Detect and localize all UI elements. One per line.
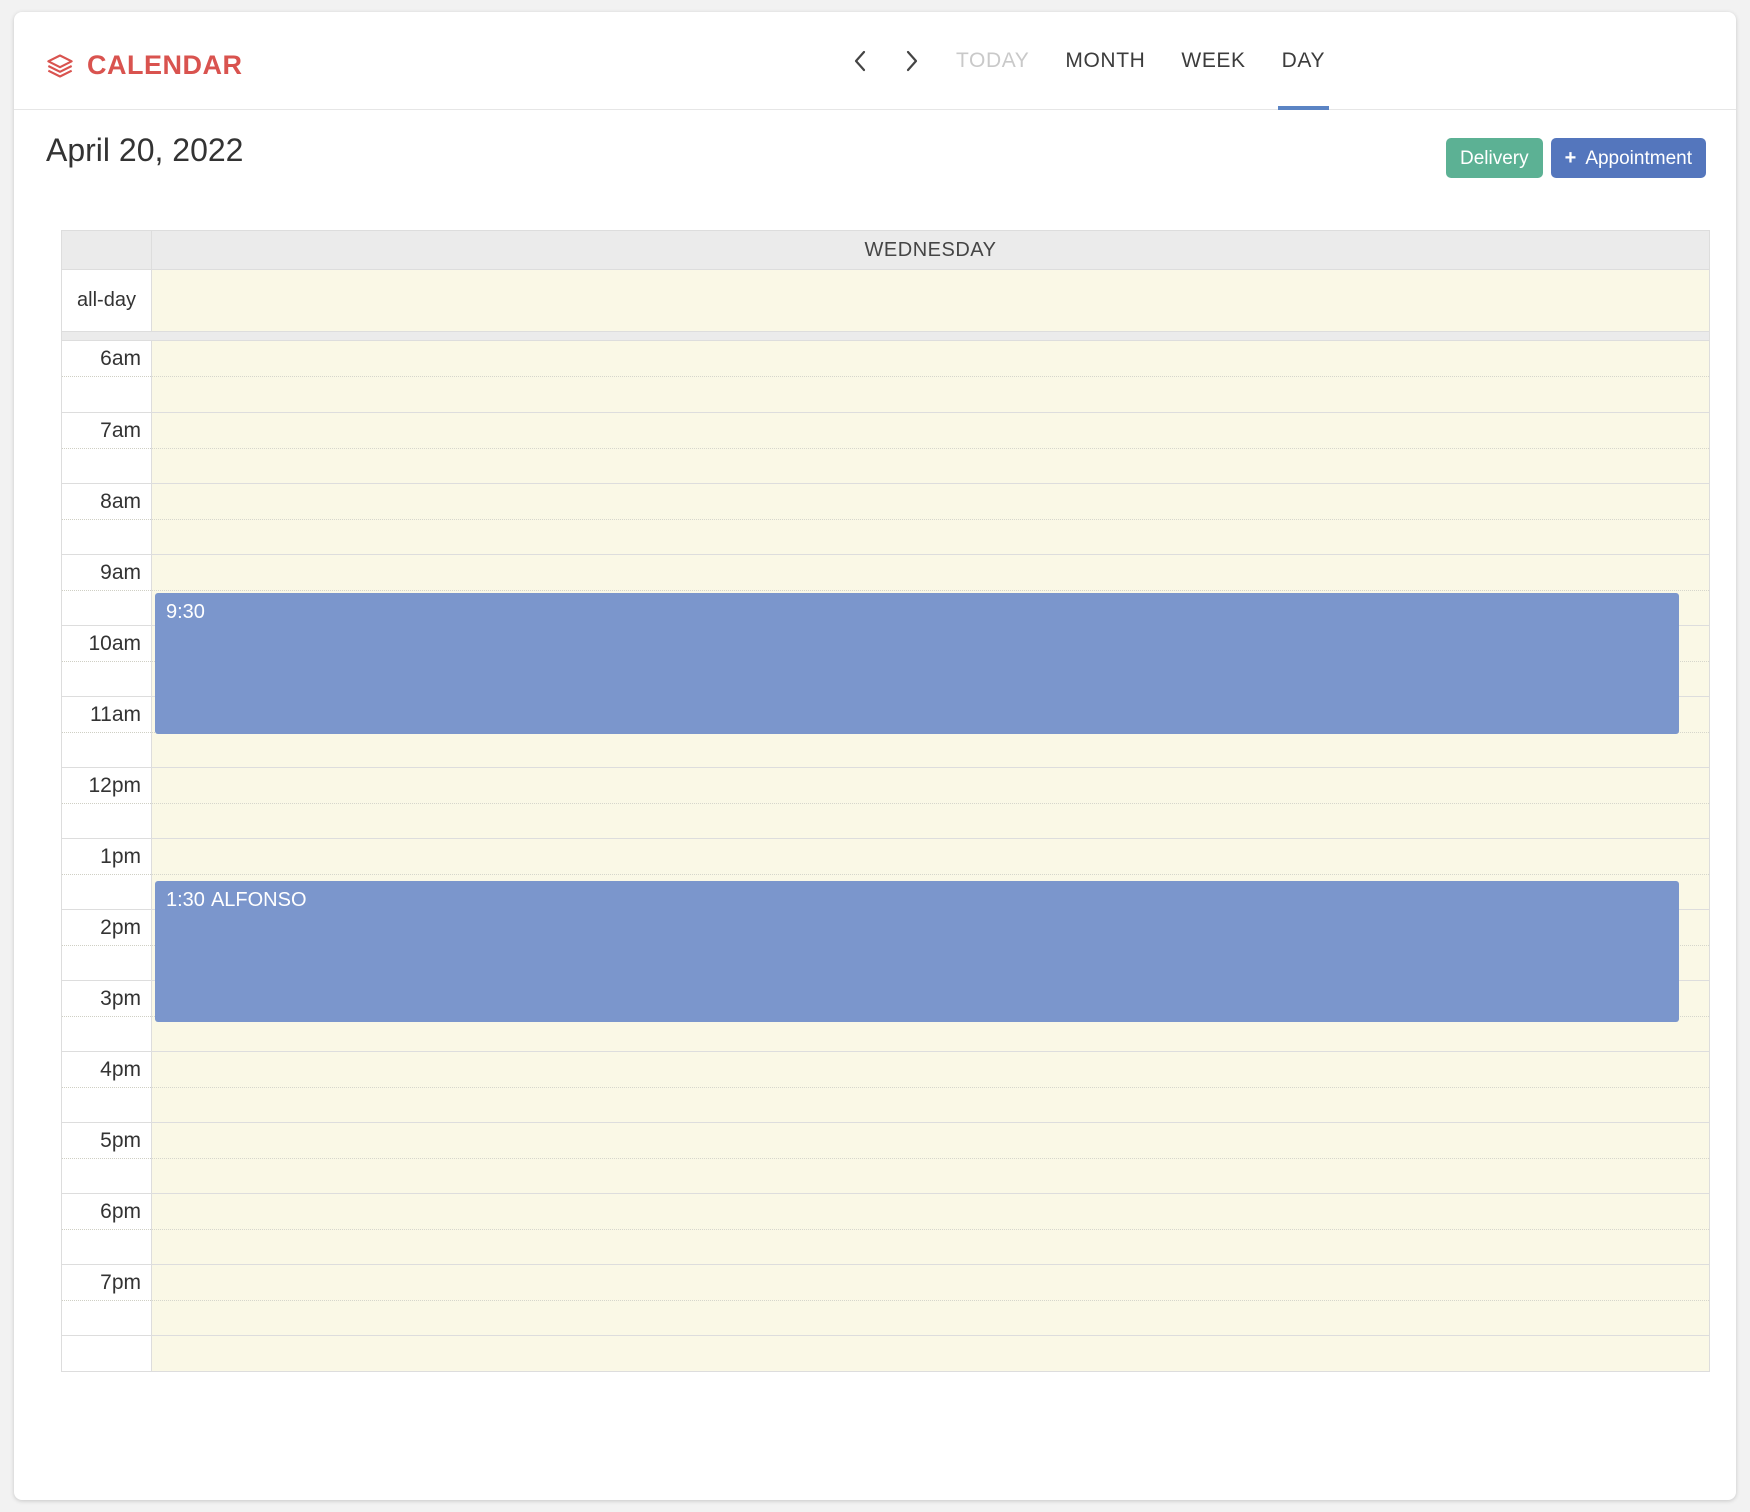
plus-icon: + [1564, 147, 1577, 169]
time-gutter-hour: 8am [62, 483, 151, 554]
time-gutter-hour: 6pm [62, 1193, 151, 1264]
app-card: CALENDAR TODAY MONTH WEEK DAY April 20, … [14, 12, 1736, 1500]
time-gutter-tail [62, 1335, 151, 1371]
half-hour-divider [62, 448, 151, 449]
tail-slot[interactable] [152, 1335, 1709, 1371]
half-hour-divider [152, 448, 1709, 449]
day-calendar: WEDNESDAY all-day 6am 7am 8am 9am 10am 11am 12… [61, 230, 1710, 1372]
brand-title: CALENDAR [87, 50, 243, 80]
hour-slot[interactable] [152, 1193, 1709, 1264]
hour-label: 7am [100, 419, 141, 442]
calendar-event[interactable]: 1:30 ALFONSO [155, 880, 1679, 1022]
hour-slot[interactable] [152, 483, 1709, 554]
half-hour-divider [62, 1087, 151, 1088]
half-hour-divider [152, 1229, 1709, 1230]
hour-slot[interactable] [152, 412, 1709, 483]
half-hour-divider [62, 1300, 151, 1301]
half-hour-divider [62, 803, 151, 804]
tab-week[interactable]: WEEK [1163, 12, 1263, 110]
tab-day[interactable]: DAY [1264, 12, 1343, 110]
half-hour-divider [152, 1300, 1709, 1301]
hour-label: 4pm [100, 1058, 141, 1081]
half-hour-divider [152, 874, 1709, 875]
half-hour-divider [152, 376, 1709, 377]
sub-header: April 20, 2022 Delivery + Appointment [14, 110, 1736, 198]
time-grid: 6am 7am 8am 9am 10am 11am 12pm 1pm 2pm 3pm 4pm 5pm 6… [62, 341, 1709, 1371]
gutter-corner [62, 231, 152, 269]
hour-label: 6am [100, 347, 141, 370]
hour-label: 5pm [100, 1129, 141, 1152]
half-hour-divider [62, 519, 151, 520]
hour-label: 11am [90, 703, 141, 726]
brand[interactable]: CALENDAR [46, 50, 243, 81]
top-bar: CALENDAR TODAY MONTH WEEK DAY [14, 12, 1736, 110]
hour-label: 7pm [100, 1271, 141, 1294]
hour-label: 9am [100, 561, 141, 584]
time-gutter-hour: 4pm [62, 1051, 151, 1122]
delivery-button-label: Delivery [1460, 147, 1529, 169]
half-hour-divider [62, 661, 151, 662]
half-hour-divider [62, 376, 151, 377]
hour-label: 8am [100, 490, 141, 513]
time-gutter-hour: 6am [62, 341, 151, 412]
time-gutter-hour: 7am [62, 412, 151, 483]
time-gutter-hour: 7pm [62, 1264, 151, 1335]
time-gutter-hour: 10am [62, 625, 151, 696]
half-hour-divider [152, 803, 1709, 804]
time-gutter-hour: 9am [62, 554, 151, 625]
half-hour-divider [62, 874, 151, 875]
tab-today[interactable]: TODAY [938, 12, 1047, 110]
half-hour-divider [62, 945, 151, 946]
half-hour-divider [62, 590, 151, 591]
half-hour-divider [152, 519, 1709, 520]
day-column-header: WEDNESDAY [864, 238, 997, 261]
hour-label: 2pm [100, 916, 141, 939]
half-hour-divider [62, 1158, 151, 1159]
hour-slot[interactable] [152, 1264, 1709, 1335]
half-hour-divider [152, 1087, 1709, 1088]
half-hour-divider [152, 1158, 1709, 1159]
hour-label: 3pm [100, 987, 141, 1010]
calendar-event[interactable]: 9:30 [155, 592, 1679, 734]
time-gutter-hour: 2pm [62, 909, 151, 980]
half-hour-divider [152, 590, 1709, 591]
all-day-label: all-day [62, 270, 152, 331]
time-gutter-hour: 12pm [62, 767, 151, 838]
half-hour-divider [62, 732, 151, 733]
time-gutter-hour: 3pm [62, 980, 151, 1051]
hour-slot[interactable] [152, 341, 1709, 412]
prev-period-button[interactable] [834, 31, 886, 91]
time-gutter: 6am 7am 8am 9am 10am 11am 12pm 1pm 2pm 3pm 4pm 5pm 6… [62, 341, 152, 1371]
add-appointment-label: Appointment [1585, 147, 1692, 169]
event-time: 1:30 [166, 888, 205, 911]
hour-label: 12pm [88, 774, 141, 797]
hour-slot[interactable] [152, 767, 1709, 838]
half-hour-divider [62, 1016, 151, 1017]
calendar-header-row: WEDNESDAY [62, 230, 1709, 270]
event-time: 9:30 [166, 600, 205, 623]
all-day-row: all-day [62, 270, 1709, 332]
half-hour-divider [62, 1229, 151, 1230]
all-day-cell[interactable] [152, 270, 1709, 331]
time-gutter-hour: 11am [62, 696, 151, 767]
layers-icon [46, 52, 74, 80]
page-title: April 20, 2022 [46, 132, 244, 168]
calendar-nav: TODAY MONTH WEEK DAY [834, 12, 1343, 110]
tab-month[interactable]: MONTH [1047, 12, 1163, 110]
day-slots-column[interactable]: 9:30 1:30 ALFONSO [152, 341, 1709, 1371]
hour-slot[interactable] [152, 1051, 1709, 1122]
hour-label: 6pm [100, 1200, 141, 1223]
next-period-button[interactable] [886, 31, 938, 91]
delivery-button[interactable]: Delivery [1446, 138, 1543, 178]
time-gutter-hour: 1pm [62, 838, 151, 909]
add-appointment-button[interactable]: + Appointment [1550, 138, 1706, 178]
hour-label: 10am [88, 632, 141, 655]
time-gutter-hour: 5pm [62, 1122, 151, 1193]
allday-grid-divider [62, 332, 1709, 341]
action-buttons: Delivery + Appointment [1446, 138, 1706, 178]
hour-label: 1pm [100, 845, 141, 868]
hour-slot[interactable] [152, 1122, 1709, 1193]
event-title: ALFONSO [210, 888, 307, 911]
